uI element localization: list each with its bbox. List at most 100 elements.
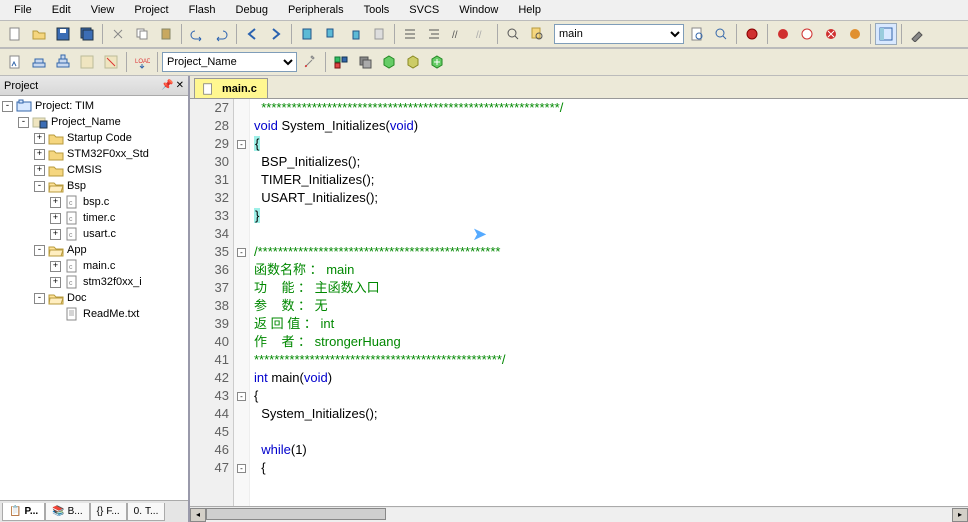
stop-build-button[interactable] [100, 51, 122, 73]
tree-toggle[interactable]: + [34, 165, 45, 176]
breakpoint-kill-button[interactable] [820, 23, 842, 45]
nav-back-button[interactable] [241, 23, 263, 45]
scroll-left-button[interactable]: ◂ [190, 508, 206, 522]
translate-button[interactable] [4, 51, 26, 73]
tree-item[interactable]: +cmain.c [0, 258, 188, 274]
tree-item[interactable]: -App [0, 242, 188, 258]
tree-toggle[interactable]: + [34, 149, 45, 160]
menu-flash[interactable]: Flash [179, 2, 226, 18]
bottom-tab[interactable]: 0.T... [127, 503, 166, 521]
menu-view[interactable]: View [81, 2, 125, 18]
menu-project[interactable]: Project [124, 2, 178, 18]
save-all-button[interactable] [76, 23, 98, 45]
tree-item[interactable]: -Project_Name [0, 114, 188, 130]
tree-item[interactable]: +cbsp.c [0, 194, 188, 210]
tree-toggle[interactable]: - [34, 245, 45, 256]
tree-toggle[interactable]: + [50, 197, 61, 208]
outdent-button[interactable] [423, 23, 445, 45]
bookmark-prev-button[interactable] [320, 23, 342, 45]
indent-button[interactable] [399, 23, 421, 45]
menu-svcs[interactable]: SVCS [399, 2, 449, 18]
project-target-select[interactable]: Project_Name [162, 52, 297, 72]
bookmark-toggle-button[interactable] [296, 23, 318, 45]
tree-item[interactable]: -Bsp [0, 178, 188, 194]
tree-toggle[interactable]: + [50, 229, 61, 240]
select-packs-button[interactable] [402, 51, 424, 73]
menu-peripherals[interactable]: Peripherals [278, 2, 354, 18]
debug-button[interactable] [741, 23, 763, 45]
batch-build-button[interactable] [76, 51, 98, 73]
comment-button[interactable]: // [447, 23, 469, 45]
fold-toggle[interactable]: - [237, 464, 246, 473]
window-layout-button[interactable] [875, 23, 897, 45]
tree-item[interactable]: +CMSIS [0, 162, 188, 178]
copy-button[interactable] [131, 23, 153, 45]
tree-toggle[interactable]: + [50, 213, 61, 224]
target-options-button[interactable] [299, 51, 321, 73]
new-file-button[interactable] [4, 23, 26, 45]
find-next-button[interactable] [686, 23, 708, 45]
paste-button[interactable] [155, 23, 177, 45]
horizontal-scrollbar[interactable]: ◂ ▸ [190, 506, 968, 522]
pack-installer-button[interactable] [426, 51, 448, 73]
find-target-select[interactable]: main [554, 24, 684, 44]
uncomment-button[interactable]: // [471, 23, 493, 45]
tree-item[interactable]: +STM32F0xx_Std [0, 146, 188, 162]
menu-file[interactable]: File [4, 2, 42, 18]
build-button[interactable] [28, 51, 50, 73]
breakpoint-button[interactable] [772, 23, 794, 45]
open-file-button[interactable] [28, 23, 50, 45]
find-button[interactable] [502, 23, 524, 45]
tree-toggle[interactable]: - [34, 181, 45, 192]
tree-item[interactable]: +cusart.c [0, 226, 188, 242]
nav-forward-button[interactable] [265, 23, 287, 45]
breakpoint-disable-button[interactable] [796, 23, 818, 45]
menu-help[interactable]: Help [508, 2, 551, 18]
tree-toggle[interactable]: + [50, 261, 61, 272]
code-text[interactable]: ****************************************… [250, 99, 968, 506]
scroll-track[interactable] [206, 508, 952, 522]
bottom-tab[interactable]: {}F... [90, 503, 127, 521]
save-button[interactable] [52, 23, 74, 45]
tree-toggle[interactable]: - [18, 117, 29, 128]
tree-item[interactable]: -Project: TIM [0, 98, 188, 114]
configure-button[interactable] [906, 23, 928, 45]
bookmark-clear-button[interactable] [368, 23, 390, 45]
tree-item[interactable]: +Startup Code [0, 130, 188, 146]
project-tree[interactable]: -Project: TIM-Project_Name+Startup Code+… [0, 96, 188, 500]
multi-project-button[interactable] [354, 51, 376, 73]
menu-debug[interactable]: Debug [226, 2, 278, 18]
tree-toggle[interactable]: + [50, 277, 61, 288]
tree-toggle[interactable]: - [34, 293, 45, 304]
tree-item[interactable]: ReadMe.txt [0, 306, 188, 322]
panel-close-icon[interactable]: ✕ [176, 80, 184, 92]
undo-button[interactable] [186, 23, 208, 45]
menu-tools[interactable]: Tools [354, 2, 400, 18]
bottom-tab[interactable]: 📋P... [2, 503, 45, 521]
breakpoint-skip-button[interactable] [844, 23, 866, 45]
incremental-find-button[interactable] [710, 23, 732, 45]
tree-item[interactable]: -Doc [0, 290, 188, 306]
fold-toggle[interactable]: - [237, 392, 246, 401]
code-editor[interactable]: 2728293031323334353637383940414243444546… [190, 98, 968, 506]
file-tab-main-c[interactable]: main.c [194, 78, 268, 98]
rebuild-button[interactable] [52, 51, 74, 73]
tree-item[interactable]: +ctimer.c [0, 210, 188, 226]
cut-button[interactable] [107, 23, 129, 45]
fold-toggle[interactable]: - [237, 248, 246, 257]
manage-packs-button[interactable] [378, 51, 400, 73]
find-in-files-button[interactable] [526, 23, 548, 45]
download-button[interactable]: LOAD [131, 51, 153, 73]
panel-pin-icon[interactable]: 📌 [161, 80, 173, 92]
tree-item[interactable]: +cstm32f0xx_i [0, 274, 188, 290]
bookmark-next-button[interactable] [344, 23, 366, 45]
tree-toggle[interactable]: - [2, 101, 13, 112]
fold-toggle[interactable]: - [237, 140, 246, 149]
bottom-tab[interactable]: 📚B... [45, 503, 89, 521]
manage-project-button[interactable] [330, 51, 352, 73]
menu-edit[interactable]: Edit [42, 2, 81, 18]
scroll-right-button[interactable]: ▸ [952, 508, 968, 522]
redo-button[interactable] [210, 23, 232, 45]
tree-toggle[interactable]: + [34, 133, 45, 144]
menu-window[interactable]: Window [449, 2, 508, 18]
